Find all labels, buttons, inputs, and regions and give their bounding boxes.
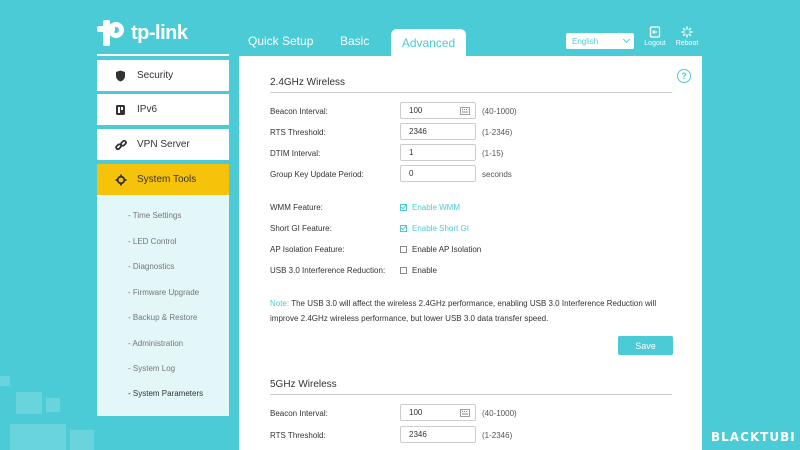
decor-square	[46, 398, 60, 412]
submenu-item-diagnostics[interactable]: - Diagnostics	[128, 262, 174, 271]
section-divider	[270, 394, 672, 395]
sidebar-item-label: VPN Server	[137, 139, 190, 150]
checkbox-checked-icon	[400, 225, 407, 232]
group-key-value: 0	[409, 169, 414, 178]
rts-threshold-5g-input[interactable]: 2346	[400, 426, 476, 443]
decor-square	[0, 376, 10, 386]
rts-threshold-5g-label: RTS Threshold:	[270, 431, 326, 440]
usb-interference-checkbox[interactable]: Enable	[400, 266, 437, 275]
logout-icon	[649, 26, 661, 38]
shield-icon	[114, 69, 127, 82]
beacon-interval-5g-hint: (40-1000)	[482, 409, 517, 418]
ap-isolation-checkbox[interactable]: Enable AP Isolation	[400, 245, 481, 254]
decor-square	[16, 392, 42, 414]
tab-basic[interactable]: Basic	[340, 34, 369, 48]
sidebar-item-label: System Tools	[137, 174, 197, 185]
ap-isolation-option-label: Enable AP Isolation	[412, 245, 482, 254]
rts-threshold-5g-value: 2346	[409, 430, 427, 439]
beacon-interval-5g-label: Beacon Interval:	[270, 409, 328, 418]
section-title-5ghz: 5GHz Wireless	[270, 379, 337, 390]
reboot-label: Reboot	[675, 40, 699, 47]
decor-square	[10, 424, 66, 450]
usb-interference-label: USB 3.0 Interference Reduction:	[270, 266, 386, 275]
dtim-interval-label: DTIM Interval:	[270, 149, 321, 158]
sidebar-item-label: Security	[137, 70, 174, 81]
language-value: English	[572, 36, 599, 46]
watermark: BLACKTUBI	[711, 430, 796, 444]
wmm-feature-label: WMM Feature:	[270, 203, 323, 212]
wmm-option-label: Enable WMM	[412, 203, 461, 212]
gear-icon	[114, 173, 127, 186]
tab-quick-setup[interactable]: Quick Setup	[248, 34, 313, 48]
reboot-icon	[681, 26, 693, 38]
beacon-interval-label: Beacon Interval:	[270, 107, 328, 116]
ipv6-icon	[114, 103, 127, 116]
sidebar-item-label: IPv6	[137, 104, 158, 115]
chevron-down-icon	[622, 35, 631, 44]
help-button[interactable]: ?	[677, 69, 691, 83]
keyboard-icon	[460, 107, 470, 115]
rts-threshold-value: 2346	[409, 127, 427, 136]
section-divider	[270, 92, 672, 93]
rts-threshold-input[interactable]: 2346	[400, 123, 476, 140]
usb-note: Note: The USB 3.0 will affect the wirele…	[270, 296, 675, 326]
reboot-button[interactable]: Reboot	[667, 26, 707, 47]
submenu-item-firmware-upgrade[interactable]: - Firmware Upgrade	[128, 288, 199, 297]
group-key-label: Group Key Update Period:	[270, 170, 364, 179]
decor-square	[70, 430, 94, 450]
submenu-item-system-parameters[interactable]: - System Parameters	[128, 389, 203, 398]
submenu-item-administration[interactable]: - Administration	[128, 339, 183, 348]
logo-text: tp-link	[131, 21, 188, 44]
checkbox-unchecked-icon	[400, 267, 407, 274]
rts-threshold-5g-hint: (1-2346)	[482, 431, 513, 440]
beacon-interval-5g-input[interactable]: 100	[400, 404, 476, 421]
submenu-panel	[97, 195, 229, 416]
group-key-hint: seconds	[482, 170, 512, 179]
ap-isolation-label: AP Isolation Feature:	[270, 245, 345, 254]
tab-advanced[interactable]: Advanced	[391, 29, 466, 56]
rts-threshold-hint: (1-2346)	[482, 128, 513, 137]
keyboard-icon	[460, 409, 470, 417]
beacon-interval-hint: (40-1000)	[482, 107, 517, 116]
save-button[interactable]: Save	[618, 336, 673, 355]
submenu-item-time-settings[interactable]: - Time Settings	[128, 211, 181, 220]
submenu-item-backup-restore[interactable]: - Backup & Restore	[128, 313, 197, 322]
sidebar-item-system-tools[interactable]: System Tools	[97, 164, 229, 195]
wmm-checkbox[interactable]: Enable WMM	[400, 203, 460, 212]
sidebar-item-vpn-server[interactable]: VPN Server	[97, 129, 229, 160]
sidebar-item-ipv6[interactable]: IPv6	[97, 94, 229, 125]
group-key-input[interactable]: 0	[400, 165, 476, 182]
usb-interference-option-label: Enable	[412, 266, 437, 275]
rts-threshold-label: RTS Threshold:	[270, 128, 326, 137]
dtim-interval-input[interactable]: 1	[400, 144, 476, 161]
beacon-interval-input[interactable]: 100	[400, 102, 476, 119]
submenu-item-led-control[interactable]: - LED Control	[128, 237, 176, 246]
tplink-logo-icon	[97, 18, 127, 48]
tplink-logo: tp-link	[97, 18, 188, 48]
submenu-item-system-log[interactable]: - System Log	[128, 364, 175, 373]
dtim-interval-value: 1	[409, 148, 414, 157]
logout-label: Logout	[644, 40, 666, 47]
note-key: Note:	[270, 299, 290, 308]
beacon-interval-5g-value: 100	[409, 408, 423, 417]
language-select[interactable]: English	[566, 33, 634, 49]
short-gi-checkbox[interactable]: Enable Short GI	[400, 224, 469, 233]
dtim-interval-hint: (1-15)	[482, 149, 504, 158]
short-gi-option-label: Enable Short GI	[412, 224, 469, 233]
logo-underline	[97, 54, 229, 56]
sidebar-item-security[interactable]: Security	[97, 60, 229, 91]
short-gi-label: Short GI Feature:	[270, 224, 332, 233]
note-text: The USB 3.0 will affect the wireless 2.4…	[270, 299, 657, 323]
checkbox-unchecked-icon	[400, 246, 407, 253]
link-icon	[114, 138, 127, 151]
checkbox-checked-icon	[400, 204, 407, 211]
beacon-interval-value: 100	[409, 106, 423, 115]
section-title-24ghz: 2.4GHz Wireless	[270, 77, 346, 88]
